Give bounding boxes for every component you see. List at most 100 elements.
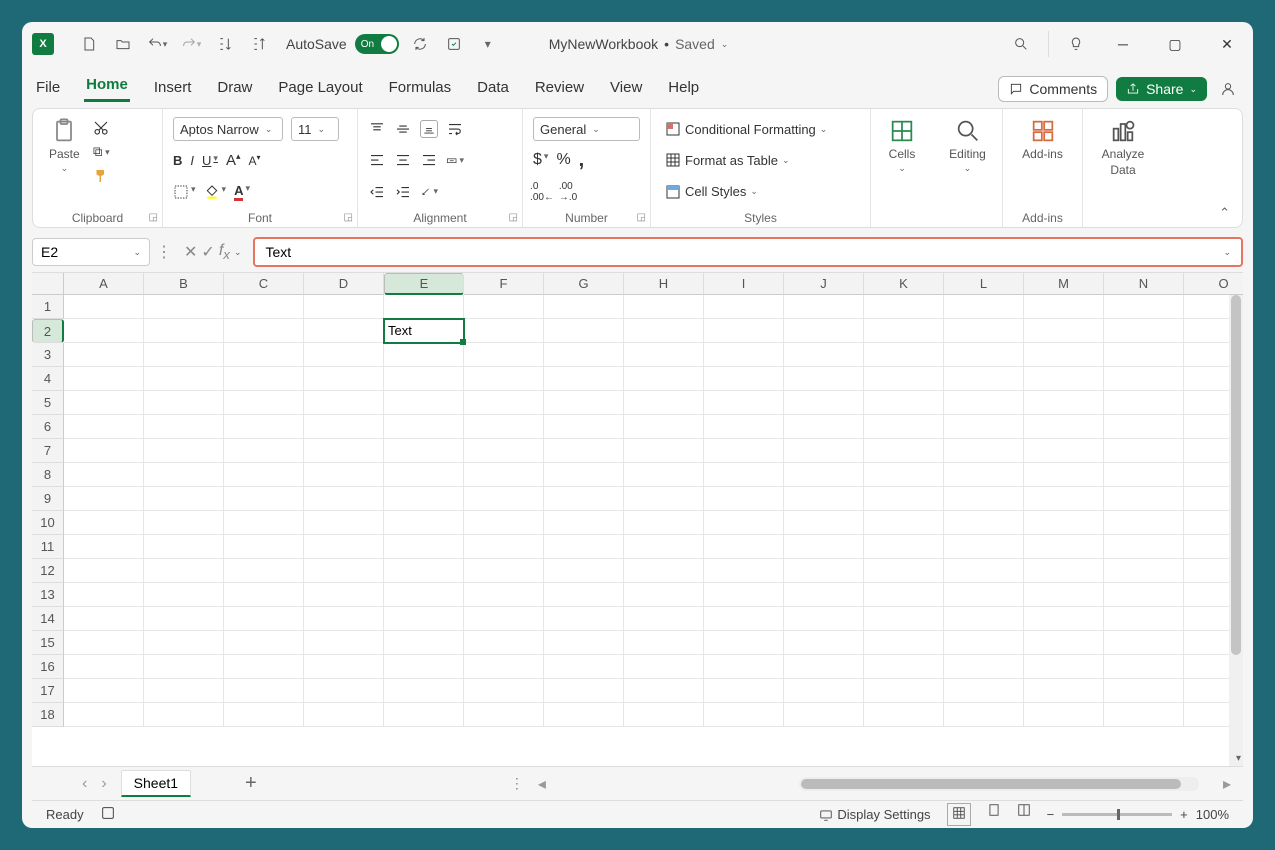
cell[interactable] (464, 631, 544, 655)
cell[interactable] (864, 439, 944, 463)
font-shrink-button[interactable]: A▾ (248, 153, 260, 168)
cell[interactable] (1024, 583, 1104, 607)
tab-review[interactable]: Review (533, 73, 586, 102)
cell[interactable] (64, 439, 144, 463)
cell[interactable] (224, 487, 304, 511)
cell[interactable] (944, 607, 1024, 631)
close-button[interactable]: ✕ (1211, 28, 1243, 60)
cell[interactable] (304, 535, 384, 559)
cell[interactable] (864, 463, 944, 487)
cell[interactable] (464, 583, 544, 607)
cell[interactable] (144, 559, 224, 583)
align-middle-icon[interactable] (394, 120, 412, 138)
cell[interactable] (544, 607, 624, 631)
cells-button[interactable]: Cells⌄ (881, 115, 923, 176)
cell[interactable] (544, 391, 624, 415)
cell[interactable] (544, 439, 624, 463)
cell[interactable] (1024, 439, 1104, 463)
cell[interactable] (64, 703, 144, 727)
cell[interactable] (704, 583, 784, 607)
cell[interactable] (224, 463, 304, 487)
cell[interactable] (864, 367, 944, 391)
fill-color-button[interactable]: ▾ (204, 184, 227, 200)
row-header[interactable]: 16 (32, 655, 64, 679)
increase-indent-icon[interactable] (394, 183, 412, 201)
cell[interactable] (304, 607, 384, 631)
column-header[interactable]: I (704, 273, 784, 295)
row-header[interactable]: 7 (32, 439, 64, 463)
cell[interactable] (864, 631, 944, 655)
cell[interactable] (1024, 367, 1104, 391)
cell[interactable] (384, 535, 464, 559)
cell[interactable] (1024, 631, 1104, 655)
cell[interactable] (1104, 439, 1184, 463)
cell[interactable] (784, 655, 864, 679)
clipboard-launcher-icon[interactable]: ◲ (149, 212, 158, 223)
account-icon[interactable] (1215, 76, 1241, 102)
cell[interactable] (144, 679, 224, 703)
row-header[interactable]: 2 (32, 319, 64, 343)
cell[interactable] (464, 487, 544, 511)
cell[interactable] (464, 295, 544, 319)
cell[interactable] (144, 535, 224, 559)
cell[interactable] (944, 511, 1024, 535)
row-header[interactable]: 10 (32, 511, 64, 535)
column-header[interactable]: A (64, 273, 144, 295)
cell[interactable] (864, 655, 944, 679)
cell[interactable] (704, 559, 784, 583)
cell[interactable] (464, 439, 544, 463)
cell[interactable] (464, 391, 544, 415)
cell[interactable] (704, 487, 784, 511)
cell[interactable] (864, 295, 944, 319)
analyze-data-button[interactable]: AnalyzeData (1093, 115, 1153, 179)
column-header[interactable]: E (384, 273, 464, 295)
format-painter-icon[interactable] (92, 167, 110, 185)
row-header[interactable]: 4 (32, 367, 64, 391)
cell[interactable] (1024, 511, 1104, 535)
cell[interactable] (1104, 703, 1184, 727)
cell[interactable] (464, 511, 544, 535)
cell[interactable] (304, 703, 384, 727)
cell[interactable] (544, 559, 624, 583)
cell[interactable] (784, 367, 864, 391)
cancel-formula-icon[interactable]: ✕ (184, 242, 197, 262)
cell[interactable] (384, 391, 464, 415)
cell[interactable] (624, 703, 704, 727)
cell[interactable] (864, 559, 944, 583)
cell[interactable] (784, 679, 864, 703)
cell[interactable] (704, 367, 784, 391)
cell[interactable] (384, 463, 464, 487)
cell[interactable] (624, 415, 704, 439)
cell[interactable] (1024, 535, 1104, 559)
column-header[interactable]: G (544, 273, 624, 295)
row-header[interactable]: 17 (32, 679, 64, 703)
name-box[interactable]: E2⌄ (32, 238, 150, 266)
cell[interactable] (464, 535, 544, 559)
cell[interactable] (224, 439, 304, 463)
zoom-control[interactable]: − + 100% (1047, 807, 1229, 822)
qat-overflow-icon[interactable]: ▾ (475, 31, 501, 57)
cell[interactable] (1024, 655, 1104, 679)
cell[interactable] (784, 583, 864, 607)
cell[interactable] (624, 319, 704, 343)
cell[interactable] (784, 559, 864, 583)
conditional-formatting-button[interactable]: Conditional Formatting⌄ (661, 115, 860, 143)
cell[interactable] (304, 415, 384, 439)
alignment-launcher-icon[interactable]: ◲ (509, 212, 518, 223)
cell[interactable] (224, 343, 304, 367)
collapse-ribbon-icon[interactable]: ⌃ (1219, 205, 1230, 221)
cell[interactable] (944, 631, 1024, 655)
cell[interactable] (224, 631, 304, 655)
cell[interactable] (464, 343, 544, 367)
cell[interactable] (1104, 559, 1184, 583)
cell[interactable] (304, 343, 384, 367)
cell[interactable] (384, 367, 464, 391)
align-left-icon[interactable] (368, 151, 386, 169)
underline-button[interactable]: U▾ (202, 153, 218, 168)
cell[interactable] (944, 439, 1024, 463)
page-layout-view-icon[interactable] (987, 803, 1001, 826)
cell[interactable] (64, 295, 144, 319)
cell[interactable] (704, 655, 784, 679)
cell[interactable] (784, 319, 864, 343)
cell[interactable] (944, 655, 1024, 679)
